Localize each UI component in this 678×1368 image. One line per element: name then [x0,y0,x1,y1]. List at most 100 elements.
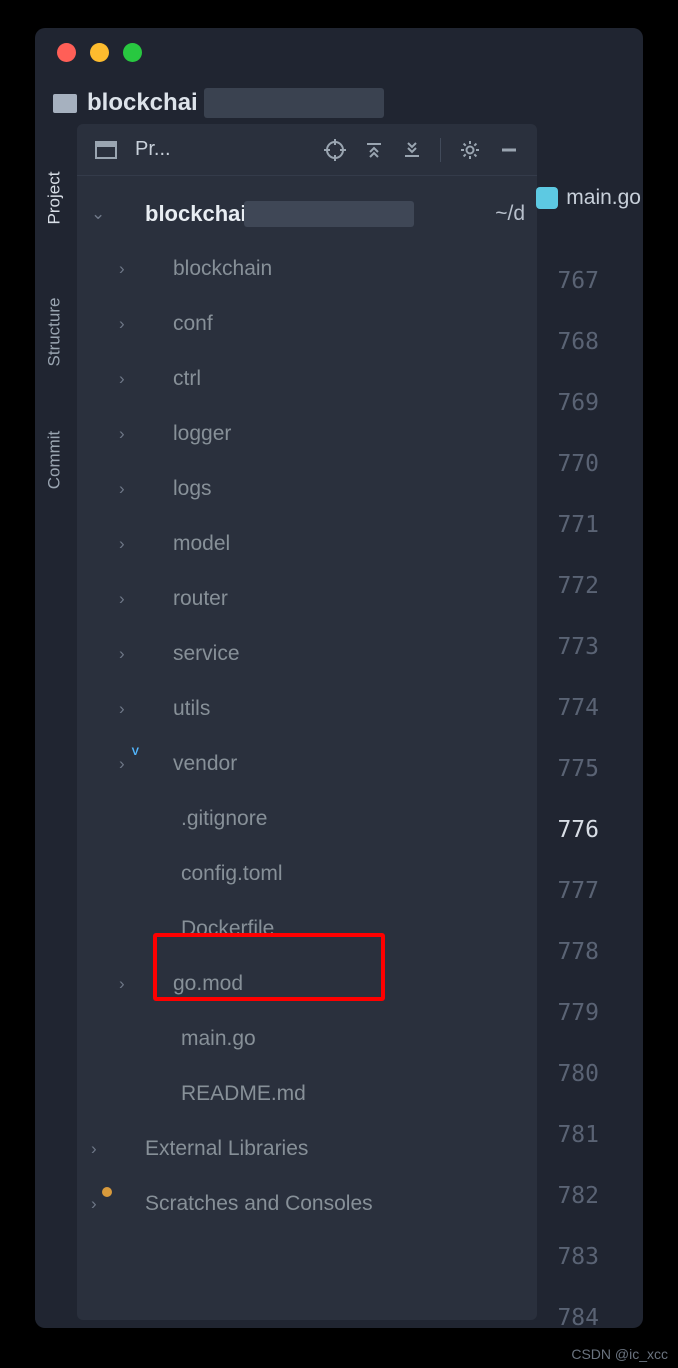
line-number: 782 [557,1183,599,1244]
minimize-window-button[interactable] [90,43,109,62]
ide-window: blockchai Project Structure Commit Pr... [35,28,643,1328]
minimize-panel-icon[interactable] [499,140,519,160]
sidebar-tab-project[interactable]: Project [44,172,64,225]
tree-root[interactable]: ⌄ blockchai ~/d [83,186,531,241]
file-label: main.go [181,1027,256,1051]
chevron-right-icon: › [119,424,137,444]
panel-header: Pr... [77,124,537,176]
line-number: 781 [557,1122,599,1183]
folder-label: logger [173,422,231,446]
go-file-icon [536,187,558,209]
line-number: 775 [557,756,599,817]
line-number: 780 [557,1061,599,1122]
root-suffix: ~/d [495,202,525,226]
tree-folder-logs[interactable]: › logs [83,461,531,516]
chevron-right-icon: › [119,534,137,554]
chevron-right-icon: › [119,974,137,994]
line-number: 772 [557,573,599,634]
line-number: 773 [557,634,599,695]
line-number: 777 [557,878,599,939]
folder-label: service [173,642,240,666]
sidebar-tab-structure[interactable]: Structure [44,298,64,367]
folder-label: ctrl [173,367,201,391]
window-icon [95,141,117,159]
sidebar-label: Commit [44,431,64,490]
line-number: 767 [557,268,599,329]
redacted-path [204,88,384,118]
tree-external-libraries[interactable]: › External Libraries [83,1121,531,1176]
chevron-right-icon: › [119,699,137,719]
chevron-right-icon: › [119,589,137,609]
line-number-active: 776 [557,817,599,878]
line-number: 768 [557,329,599,390]
tree-scratches[interactable]: ›Scratches and Consoles [83,1176,531,1231]
tree-folder-model[interactable]: › model [83,516,531,571]
folder-label: conf [173,312,213,336]
folder-label: logs [173,477,212,501]
line-number: 769 [557,390,599,451]
tree-file-gitignore[interactable]: .gitignore [83,791,531,846]
breadcrumb[interactable]: blockchai [35,76,643,130]
folder-label: model [173,532,230,556]
line-number: 771 [557,512,599,573]
separator [440,138,441,162]
folder-label: router [173,587,228,611]
line-number: 784 [557,1305,599,1328]
tree-file-config-toml[interactable]: config.toml [83,846,531,901]
root-name: blockchai [145,201,246,227]
chevron-right-icon: › [119,259,137,279]
chevron-right-icon: › [91,1139,109,1159]
watermark: CSDN @ic_xcc [571,1346,668,1362]
file-tree: ⌄ blockchai ~/d ›blockchain ›conf ›ctrl … [77,176,537,1241]
tree-folder-conf[interactable]: › conf [83,296,531,351]
chevron-down-icon: ⌄ [91,204,109,224]
left-sidebar: Project Structure Commit [35,130,73,1320]
folder-label: vendor [173,752,237,776]
annotation-highlight [153,933,385,1001]
close-window-button[interactable] [57,43,76,62]
tree-folder-logger[interactable]: › logger [83,406,531,461]
folder-icon [53,94,77,113]
tree-file-readme[interactable]: README.md [83,1066,531,1121]
tree-folder-ctrl[interactable]: › ctrl [83,351,531,406]
label: Scratches and Consoles [145,1192,373,1216]
line-number: 783 [557,1244,599,1305]
line-number-gutter: 767 768 769 770 771 772 773 774 775 776 … [557,268,599,1328]
folder-label: utils [173,697,210,721]
collapse-all-icon[interactable] [402,140,422,160]
tab-label: main.go [566,186,641,210]
folder-label: blockchain [173,257,272,281]
tree-file-main-go[interactable]: main.go [83,1011,531,1066]
file-label: README.md [181,1082,306,1106]
target-icon[interactable] [324,139,346,161]
sidebar-label: Structure [44,298,64,367]
main-area: Project Structure Commit Pr... [35,130,643,1320]
maximize-window-button[interactable] [123,43,142,62]
chevron-right-icon: › [119,314,137,334]
chevron-right-icon: › [119,369,137,389]
expand-all-icon[interactable] [364,140,384,160]
sidebar-tab-commit[interactable]: Commit [44,431,64,490]
sidebar-label: Project [44,172,64,225]
tree-folder-blockchain[interactable]: › blockchain [83,241,531,296]
gear-icon[interactable] [459,139,481,161]
tree-folder-utils[interactable]: › utils [83,681,531,736]
line-number: 779 [557,1000,599,1061]
line-number: 778 [557,939,599,1000]
file-label: .gitignore [181,807,267,831]
line-number: 770 [557,451,599,512]
label: External Libraries [145,1137,308,1161]
project-panel: Pr... ⌄ [77,124,537,1320]
project-name: blockchai [87,89,198,117]
tree-folder-vendor[interactable]: ›vendor [83,736,531,791]
tree-folder-service[interactable]: › service [83,626,531,681]
file-label: config.toml [181,862,283,886]
panel-title: Pr... [135,138,306,161]
titlebar [35,28,643,76]
redacted-text [244,201,414,227]
tree-folder-router[interactable]: › router [83,571,531,626]
chevron-right-icon: › [119,644,137,664]
editor-tab[interactable]: main.go [536,186,643,210]
chevron-right-icon: › [119,479,137,499]
line-number: 774 [557,695,599,756]
